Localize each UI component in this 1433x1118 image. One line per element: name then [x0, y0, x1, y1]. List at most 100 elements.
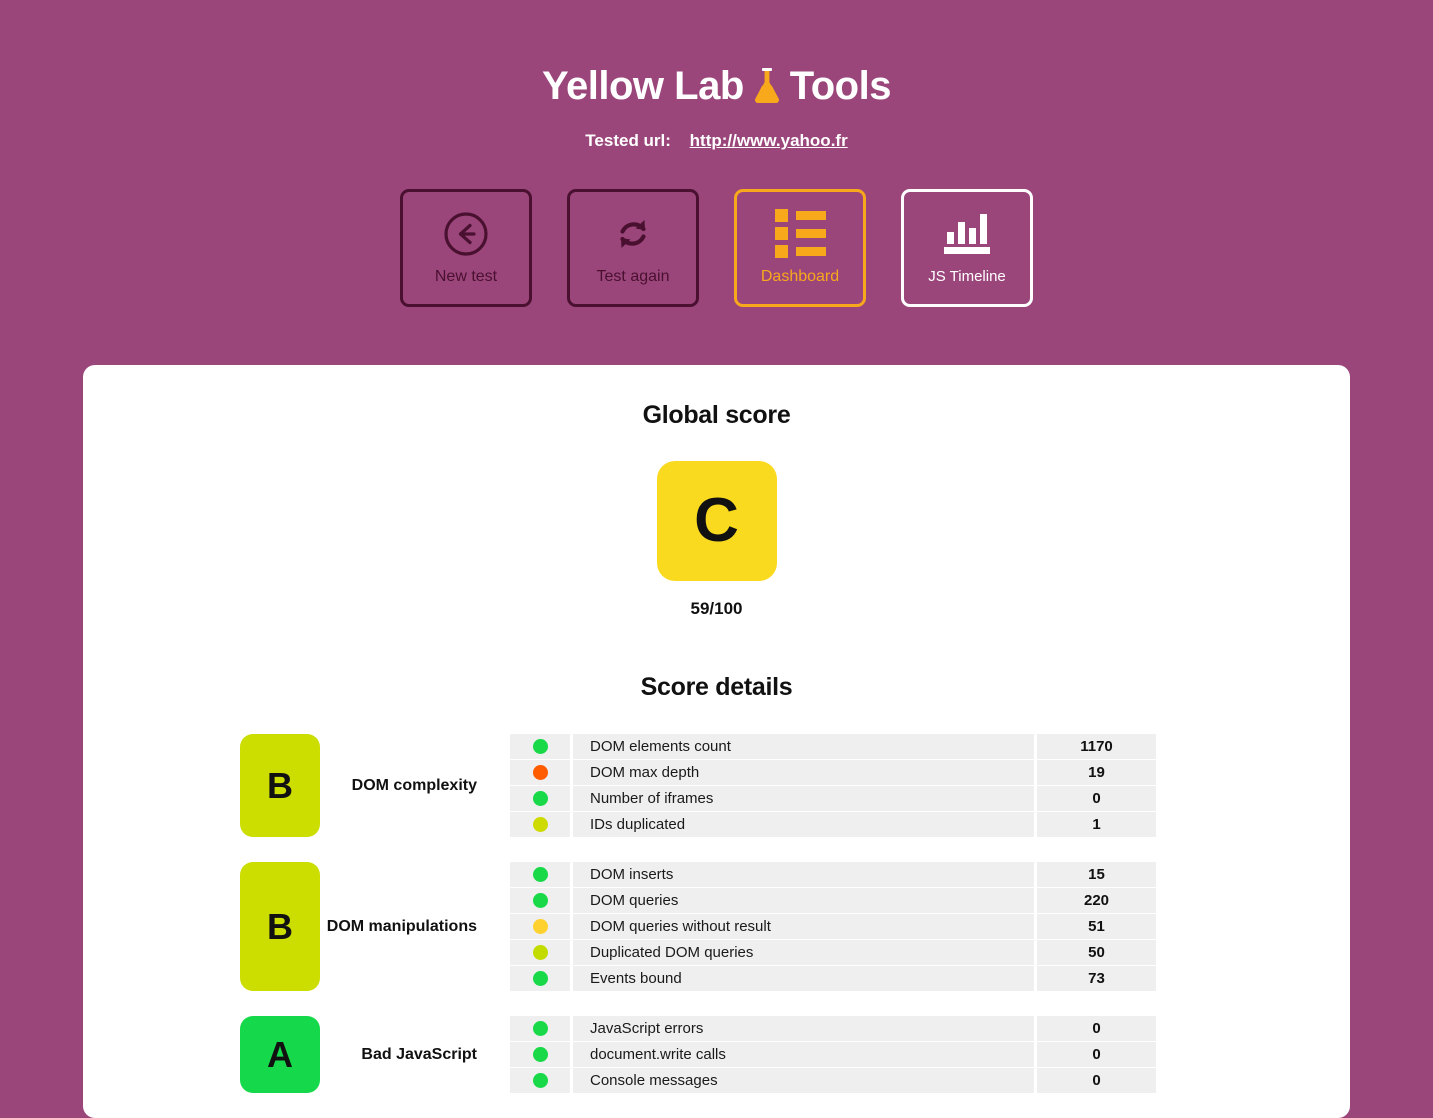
table-row[interactable]: DOM inserts 15 — [510, 862, 1156, 887]
global-score-value: 59/100 — [690, 599, 743, 618]
metric-label: DOM max depth — [573, 760, 1034, 785]
status-dot-icon — [532, 817, 548, 832]
metric-value: 1 — [1037, 812, 1156, 837]
tested-url-link[interactable]: http://www.yahoo.fr — [690, 131, 848, 150]
status-dot-icon — [532, 919, 548, 934]
score-details-list: B DOM complexity DOM elements count 1170 DOM… — [83, 734, 1350, 1093]
score-details-heading: Score details — [640, 673, 793, 701]
metric-label: Duplicated DOM queries — [573, 940, 1034, 965]
status-dot-icon — [532, 739, 548, 754]
score-group: B DOM complexity DOM elements count 1170 DOM… — [83, 734, 1350, 837]
metric-label: JavaScript errors — [573, 1016, 1034, 1041]
status-dot-icon — [532, 893, 548, 908]
metric-value: 0 — [1037, 1016, 1156, 1041]
metric-value: 0 — [1037, 786, 1156, 811]
global-score-badge: C — [656, 461, 777, 581]
grade-badge: B — [240, 862, 320, 991]
bar-chart-icon — [944, 211, 990, 257]
app-title-before: Yellow Lab — [542, 64, 744, 108]
status-cell — [510, 862, 570, 887]
status-cell — [510, 966, 570, 991]
status-cell — [510, 940, 570, 965]
tested-url-label: Tested url: — [585, 131, 671, 150]
page-header: Yellow Lab Tools Tested url: http://www.… — [0, 0, 1433, 307]
global-score-letter: C — [694, 486, 739, 555]
status-cell — [510, 914, 570, 939]
status-dot-icon — [532, 1021, 548, 1036]
score-group: A Bad JavaScript JavaScript errors 0 documen… — [83, 1016, 1350, 1093]
app-title-after: Tools — [789, 64, 892, 108]
status-cell — [510, 812, 570, 837]
status-dot-icon — [532, 945, 548, 960]
score-group-label: Bad JavaScript — [361, 1045, 477, 1063]
status-dot-icon — [532, 765, 548, 780]
metric-label: Number of iframes — [573, 786, 1034, 811]
metric-value: 220 — [1037, 888, 1156, 913]
metric-value: 19 — [1037, 760, 1156, 785]
score-group: B DOM manipulations DOM inserts 15 DOM queri… — [83, 862, 1350, 991]
status-dot-icon — [532, 791, 548, 806]
metric-label: DOM queries without result — [573, 914, 1034, 939]
results-card: Global score C 59/100 Score details B DOM… — [83, 365, 1350, 1118]
score-group-table: DOM elements count 1170 DOM max depth 19 Num… — [510, 734, 1156, 837]
nav-button-test-again[interactable]: Test again — [567, 189, 699, 307]
table-row[interactable]: document.write calls 0 — [510, 1042, 1156, 1067]
metric-label: IDs duplicated — [573, 812, 1034, 837]
status-cell — [510, 786, 570, 811]
nav-button-label: Test again — [596, 267, 670, 285]
status-cell — [510, 1042, 570, 1067]
metric-value: 1170 — [1037, 734, 1156, 759]
grade-badge: A — [240, 1016, 320, 1093]
nav-button-new-test[interactable]: New test — [400, 189, 532, 307]
metric-value: 0 — [1037, 1042, 1156, 1067]
metric-label: DOM elements count — [573, 734, 1034, 759]
status-dot-icon — [532, 1073, 548, 1088]
metric-label: DOM queries — [573, 888, 1034, 913]
nav-button-dashboard[interactable]: Dashboard — [734, 189, 866, 307]
nav-buttons: New test Test again Dashboard JS Timelin… — [0, 189, 1433, 307]
status-dot-icon — [532, 971, 548, 986]
table-row[interactable]: Number of iframes 0 — [510, 786, 1156, 811]
table-row[interactable]: DOM queries without result 51 — [510, 914, 1156, 939]
status-dot-icon — [532, 1047, 548, 1062]
status-cell — [510, 888, 570, 913]
metric-label: DOM inserts — [573, 862, 1034, 887]
table-row[interactable]: Duplicated DOM queries 50 — [510, 940, 1156, 965]
global-score-heading: Global score — [642, 401, 791, 429]
list-icon — [774, 209, 826, 258]
grade-badge: B — [240, 734, 320, 837]
nav-button-label: Dashboard — [760, 267, 840, 285]
nav-button-label: New test — [434, 267, 498, 285]
status-cell — [510, 1068, 570, 1093]
status-cell — [510, 734, 570, 759]
table-row[interactable]: IDs duplicated 1 — [510, 812, 1156, 837]
tested-url: Tested url: http://www.yahoo.fr — [0, 131, 1433, 151]
score-group-table: DOM inserts 15 DOM queries 220 DOM queries w… — [510, 862, 1156, 991]
status-cell — [510, 760, 570, 785]
status-cell — [510, 1016, 570, 1041]
metric-label: Console messages — [573, 1068, 1034, 1093]
score-group-label: DOM complexity — [351, 776, 477, 794]
flask-icon — [750, 67, 784, 105]
nav-button-label: JS Timeline — [928, 268, 1006, 285]
metric-value: 50 — [1037, 940, 1156, 965]
table-row[interactable]: Console messages 0 — [510, 1068, 1156, 1093]
refresh-icon — [610, 211, 656, 257]
table-row[interactable]: DOM elements count 1170 — [510, 734, 1156, 759]
table-row[interactable]: DOM queries 220 — [510, 888, 1156, 913]
metric-label: Events bound — [573, 966, 1034, 991]
nav-button-js-timeline[interactable]: JS Timeline — [901, 189, 1033, 307]
table-row[interactable]: JavaScript errors 0 — [510, 1016, 1156, 1041]
metric-value: 51 — [1037, 914, 1156, 939]
score-group-table: JavaScript errors 0 document.write calls 0 C… — [510, 1016, 1156, 1093]
metric-value: 15 — [1037, 862, 1156, 887]
table-row[interactable]: Events bound 73 — [510, 966, 1156, 991]
metric-label: document.write calls — [573, 1042, 1034, 1067]
arrow-left-circle-icon — [443, 211, 489, 257]
table-row[interactable]: DOM max depth 19 — [510, 760, 1156, 785]
metric-value: 0 — [1037, 1068, 1156, 1093]
score-group-label: DOM manipulations — [326, 917, 477, 935]
metric-value: 73 — [1037, 966, 1156, 991]
status-dot-icon — [532, 867, 548, 882]
app-title: Yellow Lab Tools — [540, 66, 893, 106]
